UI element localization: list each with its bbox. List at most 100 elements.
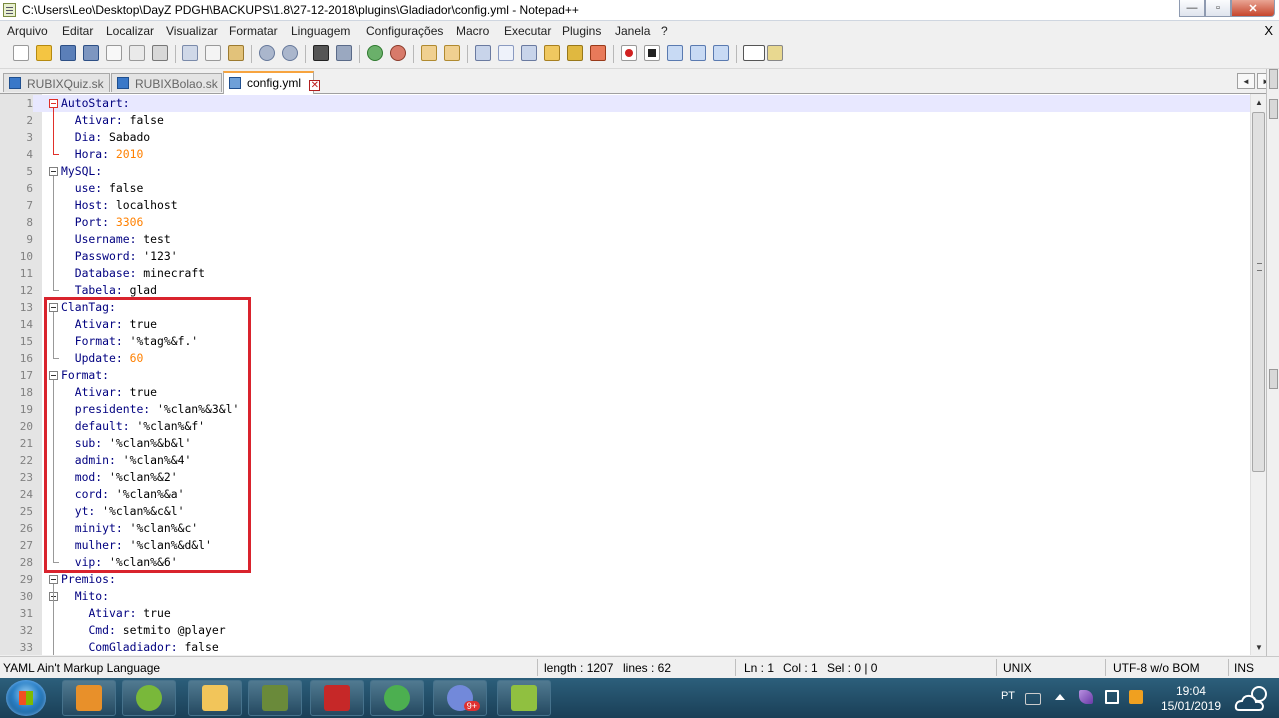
line-number: 13 [0,299,33,316]
code-line[interactable]: 4 Hora: 2010 [0,146,1250,163]
tab-rubixbolao[interactable]: RUBIXBolao.sk [111,73,222,92]
sync-horizontal-icon[interactable] [444,45,460,61]
indent-guide-icon[interactable] [521,45,537,61]
network-warning-icon[interactable] [1129,690,1143,704]
zoom-out-icon[interactable] [390,45,406,61]
code-line[interactable]: 2 Ativar: false [0,112,1250,129]
close-file-icon[interactable] [106,45,122,61]
panel-handle[interactable] [1269,369,1278,389]
taskbar-app-media-player[interactable] [62,680,116,716]
menu-janela[interactable]: Janela [615,24,650,38]
print-icon[interactable] [152,45,168,61]
code-line[interactable]: 30 Mito: [0,588,1250,605]
show-hidden-icons-icon[interactable] [1055,694,1065,700]
close-button[interactable]: ✕ [1231,0,1275,17]
sync-vertical-icon[interactable] [421,45,437,61]
menu-localizar[interactable]: Localizar [106,24,154,38]
maximize-button[interactable]: ▫ [1205,0,1231,17]
spell-check-icon[interactable] [743,45,765,61]
code-text: Host: localhost [61,197,178,214]
word-wrap-icon[interactable] [475,45,491,61]
find-icon[interactable] [313,45,329,61]
function-list-icon[interactable] [590,45,606,61]
code-line[interactable]: 32 Cmd: setmito @player [0,622,1250,639]
fold-toggle-icon[interactable] [49,99,58,108]
keyboard-icon[interactable] [1025,693,1041,705]
code-line[interactable]: 9 Username: test [0,231,1250,248]
menu-plugins[interactable]: Plugins [562,24,601,38]
fold-toggle-icon[interactable] [49,167,58,176]
save-all-icon[interactable] [83,45,99,61]
panel-handle[interactable] [1269,99,1278,119]
fold-toggle-icon[interactable] [49,575,58,584]
scroll-up-icon[interactable]: ▲ [1252,95,1266,109]
menu-configuracoes[interactable]: Configurações [366,24,443,38]
start-button[interactable] [6,680,46,716]
menu-help[interactable]: ? [661,24,668,38]
line-number: 14 [0,316,33,333]
code-line[interactable]: 6 use: false [0,180,1250,197]
taskbar-app-explorer[interactable] [188,680,242,716]
doc-map-icon[interactable] [567,45,583,61]
taskbar-app-filezilla[interactable] [310,680,364,716]
tab-close-icon[interactable]: ✕ [309,80,321,91]
code-line[interactable]: 5 MySQL: [0,163,1250,180]
code-line[interactable]: 7 Host: localhost [0,197,1250,214]
menu-formatar[interactable]: Formatar [229,24,278,38]
vertical-scrollbar[interactable]: ▲ ▼ [1250,94,1266,655]
taskbar-app-chrome[interactable] [370,680,424,716]
feather-icon[interactable] [1079,690,1093,704]
taskbar-app-minecraft[interactable] [248,680,302,716]
scroll-down-icon[interactable]: ▼ [1252,640,1266,654]
code-line[interactable]: 11 Database: minecraft [0,265,1250,282]
language-define-icon[interactable] [544,45,560,61]
input-language[interactable]: PT [1001,690,1015,702]
plugin-icon[interactable] [767,45,783,61]
close-document-icon[interactable]: X [1264,23,1273,38]
menu-executar[interactable]: Executar [504,24,551,38]
menu-arquivo[interactable]: Arquivo [7,24,48,38]
action-center-icon[interactable] [1105,690,1119,704]
save-macro-icon[interactable] [713,45,729,61]
run-macro-multiple-icon[interactable] [690,45,706,61]
minimize-button[interactable]: — [1179,0,1205,17]
open-folder-icon[interactable] [36,45,52,61]
zoom-in-icon[interactable] [367,45,383,61]
close-all-icon[interactable] [129,45,145,61]
code-line[interactable]: 1 AutoStart: [0,95,1250,112]
menu-editar[interactable]: Editar [62,24,93,38]
line-number: 17 [0,367,33,384]
code-line[interactable]: 33 ComGladiador: false [0,639,1250,655]
tab-rubixquiz[interactable]: RUBIXQuiz.sk [3,73,110,92]
code-line[interactable]: 8 Port: 3306 [0,214,1250,231]
code-line[interactable]: 10 Password: '123' [0,248,1250,265]
undo-icon[interactable] [259,45,275,61]
taskbar-app-utorrent[interactable] [122,680,176,716]
menu-visualizar[interactable]: Visualizar [166,24,218,38]
code-line[interactable]: 31 Ativar: true [0,605,1250,622]
code-line[interactable]: 29 Premios: [0,571,1250,588]
menu-linguagem[interactable]: Linguagem [291,24,350,38]
copy-icon[interactable] [205,45,221,61]
cut-icon[interactable] [182,45,198,61]
tab-scroll-left-icon[interactable]: ◄ [1237,73,1255,89]
menu-macro[interactable]: Macro [456,24,489,38]
new-file-icon[interactable] [13,45,29,61]
tab-config-yml[interactable]: config.yml ✕ [223,71,321,94]
stop-macro-icon[interactable] [644,45,660,61]
record-macro-icon[interactable] [621,45,637,61]
panel-handle[interactable] [1269,69,1278,89]
redo-icon[interactable] [282,45,298,61]
scrollbar-thumb[interactable] [1252,112,1265,472]
save-icon[interactable] [60,45,76,61]
play-macro-icon[interactable] [667,45,683,61]
show-all-chars-icon[interactable] [498,45,514,61]
replace-icon[interactable] [336,45,352,61]
taskbar-app-notepad-plus-plus[interactable] [497,680,551,716]
paste-icon[interactable] [228,45,244,61]
clock[interactable]: 19:04 15/01/2019 [1161,684,1221,714]
taskbar-app-discord[interactable]: 9+ [433,680,487,716]
weather-icon[interactable] [1233,682,1273,714]
yaml-value: false [122,113,164,127]
code-line[interactable]: 3 Dia: Sabado [0,129,1250,146]
